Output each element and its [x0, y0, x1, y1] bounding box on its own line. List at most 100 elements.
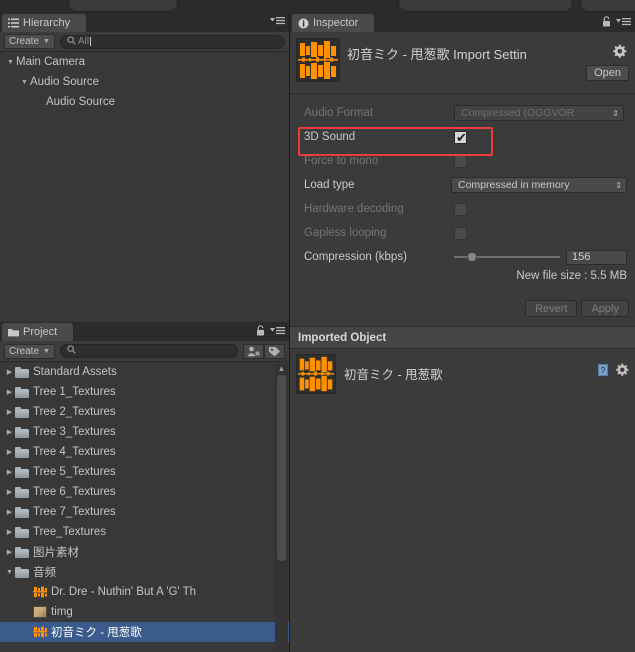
lock-icon[interactable]	[256, 325, 265, 339]
panel-menu-icon[interactable]	[270, 16, 285, 28]
project-tree-row[interactable]: ▶ Tree 1_Textures	[0, 382, 289, 402]
load-type-dropdown[interactable]: Compressed in memory ⇕	[451, 177, 627, 193]
compression-value-field[interactable]: 156	[566, 249, 627, 265]
project-create-button[interactable]: Create ▼	[4, 343, 55, 359]
hierarchy-item-main-camera[interactable]: ▼ Main Camera	[0, 52, 289, 72]
gapless-looping-checkbox[interactable]	[454, 226, 467, 240]
tab-project[interactable]: Project	[2, 323, 74, 341]
avatar-filter-icon[interactable]	[243, 343, 264, 359]
hierarchy-item-label: Main Camera	[16, 56, 86, 68]
hardware-decoding-checkbox[interactable]	[454, 202, 467, 216]
project-tree-row[interactable]: 初音ミク - 甩葱歌	[0, 622, 289, 642]
panel-menu-icon[interactable]	[616, 17, 631, 29]
project-tree-row-label: 图片素材	[33, 547, 79, 559]
checkmark-icon: ✔	[456, 129, 467, 145]
project-tree-row[interactable]: ▶ 图片素材	[0, 542, 289, 562]
apply-button[interactable]: Apply	[581, 300, 629, 317]
property-compression-kbps: Compression (kbps) 156	[290, 245, 635, 269]
project-scrollbar[interactable]: ▲	[275, 363, 288, 651]
disclosure-triangle-icon[interactable]: ▶	[4, 408, 15, 416]
project-tree-row[interactable]: ▶ Tree_Textures	[0, 522, 289, 542]
project-tree-row-label: Tree_Textures	[33, 526, 107, 538]
project-tree-row[interactable]: ▶ Tree 4_Textures	[0, 442, 289, 462]
disclosure-triangle-icon[interactable]: ▶	[4, 508, 15, 516]
property-label: Hardware decoding	[304, 203, 404, 215]
panel-menu-icon[interactable]	[270, 326, 285, 338]
search-icon	[67, 35, 76, 48]
folder-icon	[15, 486, 29, 498]
toolbar-chip-left[interactable]	[68, 0, 178, 12]
compression-slider-knob[interactable]	[466, 252, 477, 262]
disclosure-triangle-icon[interactable]: ▶	[4, 468, 15, 476]
audio-waveform-icon	[33, 626, 47, 638]
project-tree-row[interactable]: timg	[0, 602, 289, 622]
audio-waveform-icon	[296, 354, 336, 394]
lock-icon[interactable]	[602, 16, 611, 30]
info-icon	[298, 18, 309, 29]
folder-icon	[15, 446, 29, 458]
hierarchy-item-audio-source-child[interactable]: Audio Source	[0, 92, 289, 112]
tab-inspector[interactable]: Inspector	[292, 14, 375, 32]
project-tree-row[interactable]: ▶ Tree 7_Textures	[0, 502, 289, 522]
gear-icon[interactable]	[615, 363, 629, 380]
project-tree-row-label: Tree 4_Textures	[33, 446, 116, 458]
project-tree-row[interactable]: ▼ 音频	[0, 562, 289, 582]
project-tree-row[interactable]: ▶ Tree 6_Textures	[0, 482, 289, 502]
hierarchy-item-audio-source[interactable]: ▼ Audio Source	[0, 72, 289, 92]
project-tree-row-label: Tree 1_Textures	[33, 386, 116, 398]
hierarchy-search-placeholder: All	[77, 36, 90, 47]
project-asset-tree[interactable]: ▶ Standard Assets ▶ Tree 1_Textures ▶ Tree 2_…	[0, 362, 289, 652]
disclosure-triangle-icon[interactable]: ▶	[4, 548, 15, 556]
disclosure-triangle-icon[interactable]: ▶	[4, 368, 15, 376]
toolbar-chip-middle[interactable]	[398, 0, 573, 12]
gear-icon[interactable]	[612, 44, 627, 62]
inspector-tabbar-actions	[602, 16, 631, 30]
hierarchy-create-button[interactable]: Create ▼	[4, 34, 55, 49]
folder-icon	[15, 406, 29, 418]
project-tree-row[interactable]: Dr. Dre - Nuthin' But A 'G' Th	[0, 582, 289, 602]
disclosure-triangle-icon[interactable]: ▶	[4, 448, 15, 456]
disclosure-triangle-icon[interactable]: ▶	[4, 488, 15, 496]
project-search-input[interactable]	[59, 344, 238, 358]
imported-object-row[interactable]: 初音ミク - 甩葱歌 ?	[290, 350, 635, 394]
revert-button[interactable]: Revert	[525, 300, 578, 317]
audio-format-dropdown[interactable]: Compressed (OGGVOR ⇕	[454, 105, 624, 121]
disclosure-triangle-icon[interactable]: ▼	[19, 79, 30, 86]
disclosure-triangle-icon[interactable]: ▶	[4, 388, 15, 396]
project-scrollbar-thumb[interactable]	[277, 375, 286, 561]
project-tree-row[interactable]: ▶ Tree 2_Textures	[0, 402, 289, 422]
project-tree-row[interactable]: ▶ Tree 3_Textures	[0, 422, 289, 442]
disclosure-triangle-icon[interactable]: ▼	[4, 569, 15, 576]
toolbar-chip-right[interactable]	[580, 0, 635, 12]
compression-slider[interactable]	[454, 252, 560, 262]
scroll-up-arrow-icon[interactable]: ▲	[277, 364, 286, 373]
3d-sound-checkbox[interactable]: ✔	[454, 129, 467, 145]
disclosure-triangle-icon[interactable]: ▶	[4, 528, 15, 536]
force-to-mono-checkbox[interactable]	[454, 154, 467, 168]
project-tree-row[interactable]: ▶ Standard Assets	[0, 362, 289, 382]
disclosure-triangle-icon[interactable]: ▼	[5, 59, 16, 66]
hierarchy-create-label: Create	[9, 36, 40, 47]
hierarchy-search-input[interactable]: All	[59, 34, 285, 49]
apply-button-label: Apply	[591, 302, 619, 315]
property-force-to-mono: Force to mono	[290, 149, 635, 173]
folder-icon	[8, 328, 19, 337]
tag-icon[interactable]	[264, 343, 285, 359]
hierarchy-tree[interactable]: ▼ Main Camera ▼ Audio Source Audio Sourc…	[0, 52, 289, 322]
project-tree-row-label: Tree 3_Textures	[33, 426, 116, 438]
tab-hierarchy[interactable]: Hierarchy	[2, 14, 87, 32]
hierarchy-tabbar-actions	[270, 16, 285, 28]
hierarchy-item-label: Audio Source	[30, 76, 100, 88]
folder-icon	[15, 466, 29, 478]
project-tree-row[interactable]: ▶ Tree 5_Textures	[0, 462, 289, 482]
inspector-panel: Inspector 初音ミク - 甩葱歌 Import Settin Open …	[290, 13, 635, 652]
project-toolbar: Create ▼	[0, 341, 289, 362]
book-help-icon[interactable]: ?	[597, 363, 609, 380]
imported-object-name: 初音ミク - 甩葱歌	[344, 368, 443, 382]
property-hardware-decoding: Hardware decoding	[290, 197, 635, 221]
svg-text:?: ?	[601, 366, 606, 375]
project-tree-row-label: Standard Assets	[33, 366, 117, 378]
disclosure-triangle-icon[interactable]: ▶	[4, 428, 15, 436]
property-label: 3D Sound	[304, 131, 356, 143]
open-button[interactable]: Open	[586, 65, 629, 81]
